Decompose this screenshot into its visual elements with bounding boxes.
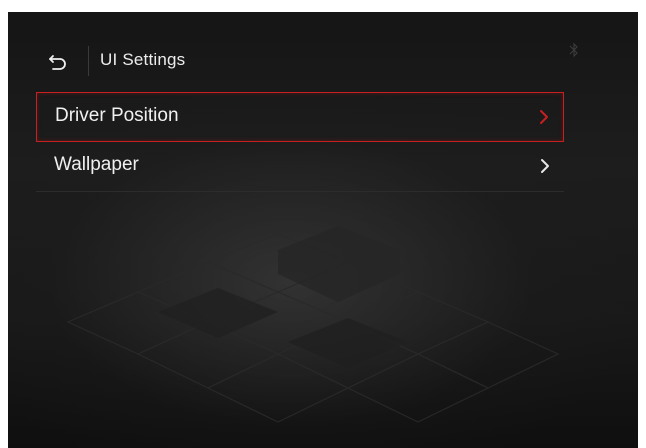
header-bar: UI Settings	[36, 44, 596, 80]
menu-item-driver-position[interactable]: Driver Position	[36, 92, 564, 142]
bluetooth-icon	[569, 42, 578, 58]
settings-menu: Driver Position Wallpaper	[36, 92, 564, 192]
header-divider	[88, 46, 89, 76]
screen: UI Settings Driver Position Wallpaper	[8, 12, 638, 448]
menu-item-label: Wallpaper	[54, 154, 139, 175]
page-title: UI Settings	[100, 50, 186, 69]
menu-item-wallpaper[interactable]: Wallpaper	[36, 142, 564, 192]
chevron-right-icon	[541, 159, 549, 173]
back-arrow-icon	[49, 55, 66, 70]
menu-item-label: Driver Position	[55, 105, 179, 126]
back-button[interactable]	[36, 44, 80, 80]
chevron-right-icon	[540, 110, 548, 124]
